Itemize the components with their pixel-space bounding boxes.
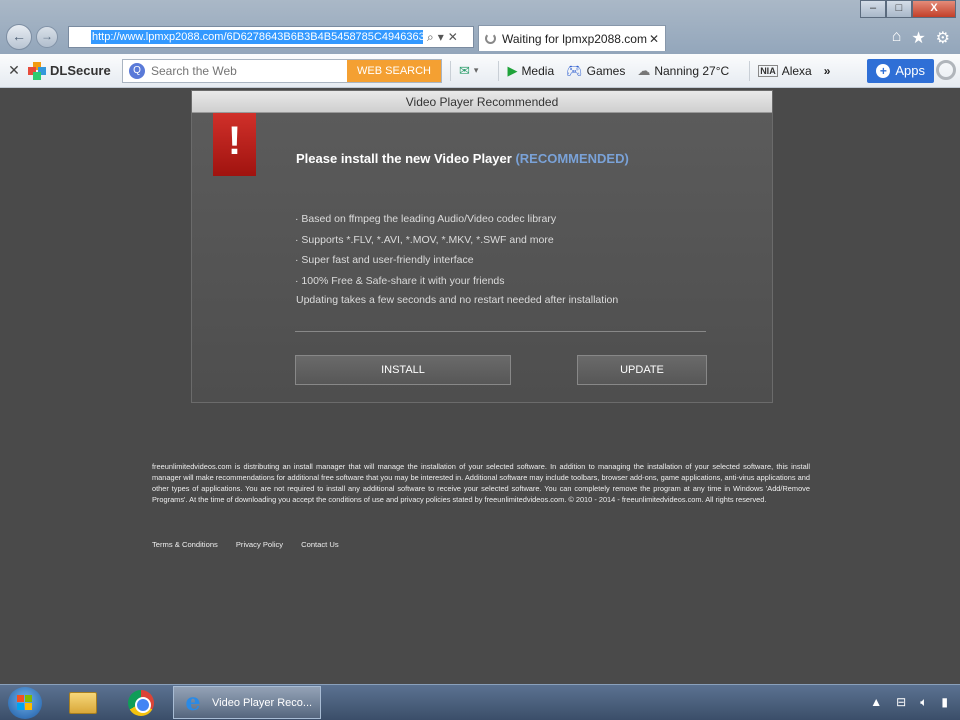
video-player-dialog: Video Player Recommended ! Please instal… — [191, 90, 773, 403]
feature-list: Based on ffmpeg the leading Audio/Video … — [295, 209, 556, 291]
address-bar[interactable]: http://www.lpmxp2088.com/6D6278643B6B3B4… — [68, 26, 474, 48]
mail-icon: ✉ — [459, 62, 470, 78]
feature-item: Super fast and user-friendly interface — [295, 250, 556, 271]
addon-toolbar: ✕ DLSecure Q WEB SEARCH ✉▾ ▶Media 🎮︎Game… — [0, 54, 960, 88]
disclaimer-text: freeunlimitedvideos.com is distributing … — [152, 462, 810, 504]
window-controls: – □ X — [860, 0, 956, 18]
dialog-divider — [295, 331, 706, 332]
mail-dropdown-icon: ▾ — [473, 65, 479, 75]
start-button[interactable] — [8, 687, 42, 719]
tab-active[interactable]: Waiting for lpmxp2088.com ✕ — [478, 25, 666, 51]
brand-label: DLSecure — [50, 63, 111, 78]
feature-item: 100% Free & Safe-share it with your frie… — [295, 271, 556, 292]
web-search-box[interactable]: Q WEB SEARCH — [122, 58, 442, 83]
update-button[interactable]: UPDATE — [577, 355, 707, 385]
gear-icon[interactable]: ⚙ — [936, 28, 950, 48]
toolbar-divider — [450, 60, 451, 81]
ie-taskbar-button[interactable]: e Video Player Reco... — [173, 686, 321, 719]
toolbar-item-weather[interactable]: ☁ Nanning 27°C — [637, 63, 729, 79]
toolbar-more-button[interactable]: » — [824, 64, 831, 78]
tab-title: Waiting for lpmxp2088.com — [502, 31, 647, 46]
volume-icon[interactable]: 🔈︎ — [920, 695, 927, 710]
browser-titlebar: – □ X ← → http://www.lpmxp2088.com/6D627… — [0, 0, 960, 54]
stop-icon[interactable]: ✕ — [448, 30, 458, 44]
media-label: Media — [521, 63, 555, 78]
alexa-label: Alexa — [781, 63, 812, 78]
plus-icon: + — [876, 63, 891, 78]
chrome-taskbar-button[interactable] — [118, 687, 164, 719]
weather-icon: ☁ — [637, 62, 651, 78]
install-button[interactable]: INSTALL — [295, 355, 511, 385]
games-label: Games — [586, 63, 626, 78]
warning-exclamation-icon: ! — [213, 113, 256, 176]
terms-link[interactable]: Terms & Conditions — [152, 540, 218, 549]
play-icon: ▶ — [507, 62, 518, 78]
toolbar-item-media[interactable]: ▶ Media — [507, 63, 554, 79]
footer-links: Terms & Conditions Privacy Policy Contac… — [152, 540, 339, 549]
maximize-button[interactable]: □ — [886, 0, 912, 18]
recommended-tag: (RECOMMENDED) — [515, 151, 629, 166]
toolbar-item-games[interactable]: 🎮︎ Games — [566, 63, 625, 79]
network-icon[interactable]: ⊟ — [896, 695, 906, 710]
chrome-icon — [128, 690, 154, 716]
windows-logo-icon — [17, 695, 33, 711]
headline-text: Please install the new Video Player — [296, 151, 512, 166]
toolbar-close-icon[interactable]: ✕ — [0, 62, 28, 79]
apps-label: Apps — [895, 62, 925, 78]
close-window-button[interactable]: X — [912, 0, 956, 18]
loading-spinner-icon — [485, 33, 496, 44]
browser-right-icons: ⌂ ★ ⚙ — [892, 28, 950, 48]
feature-item: Based on ffmpeg the leading Audio/Video … — [295, 209, 556, 230]
url-text[interactable]: http://www.lpmxp2088.com/6D6278643B6B3B4… — [91, 30, 423, 44]
weather-label: Nanning 27°C — [654, 63, 730, 78]
alexa-icon: NIA — [758, 64, 778, 77]
apps-button[interactable]: + Apps — [867, 58, 934, 83]
mail-button[interactable]: ✉ ▾ — [459, 63, 478, 79]
web-search-button[interactable]: WEB SEARCH — [347, 59, 441, 82]
toolbar-divider — [749, 60, 751, 81]
minimize-button[interactable]: – — [860, 0, 886, 18]
internet-explorer-icon: e — [185, 686, 201, 716]
dropdown-icon[interactable]: ▾ — [438, 30, 444, 44]
taskbar-window-label: Video Player Reco... — [212, 696, 313, 709]
explorer-taskbar-button[interactable] — [60, 687, 106, 719]
back-button[interactable]: ← — [6, 24, 32, 50]
search-engine-icon: Q — [129, 62, 145, 79]
dlsecure-logo-icon — [28, 61, 46, 80]
search-icon[interactable]: ⌕ — [427, 30, 434, 45]
contact-link[interactable]: Contact Us — [301, 540, 339, 549]
favorites-star-icon[interactable]: ★ — [911, 28, 925, 48]
update-note: Updating takes a few seconds and no rest… — [296, 294, 619, 306]
show-desktop-button[interactable]: ▮ — [941, 695, 948, 710]
gamepad-icon: 🎮︎ — [566, 62, 583, 78]
dialog-title: Video Player Recommended — [192, 91, 772, 113]
forward-arrow-icon: → — [41, 29, 53, 43]
dialog-headline: Please install the new Video Player (REC… — [296, 151, 629, 166]
search-input[interactable] — [151, 63, 348, 78]
toolbar-settings-icon[interactable] — [936, 60, 956, 80]
back-arrow-icon: ← — [12, 28, 26, 44]
privacy-link[interactable]: Privacy Policy — [236, 540, 283, 549]
windows-taskbar: e Video Player Reco... ▲ ⊟ 🔈︎ ▮ — [0, 684, 960, 720]
tab-close-icon[interactable]: ✕ — [649, 32, 659, 46]
home-icon[interactable]: ⌂ — [892, 28, 902, 48]
folder-icon — [69, 692, 97, 714]
forward-button[interactable]: → — [36, 26, 58, 48]
toolbar-divider — [498, 60, 500, 81]
dlsecure-brand[interactable]: DLSecure — [28, 61, 120, 80]
system-tray: ▲ ⊟ 🔈︎ ▮ — [870, 695, 948, 710]
toolbar-item-alexa[interactable]: NIA Alexa — [758, 64, 812, 78]
feature-item: Supports *.FLV, *.AVI, *.MOV, *.MKV, *.S… — [295, 230, 556, 251]
tray-expand-icon[interactable]: ▲ — [870, 695, 882, 710]
